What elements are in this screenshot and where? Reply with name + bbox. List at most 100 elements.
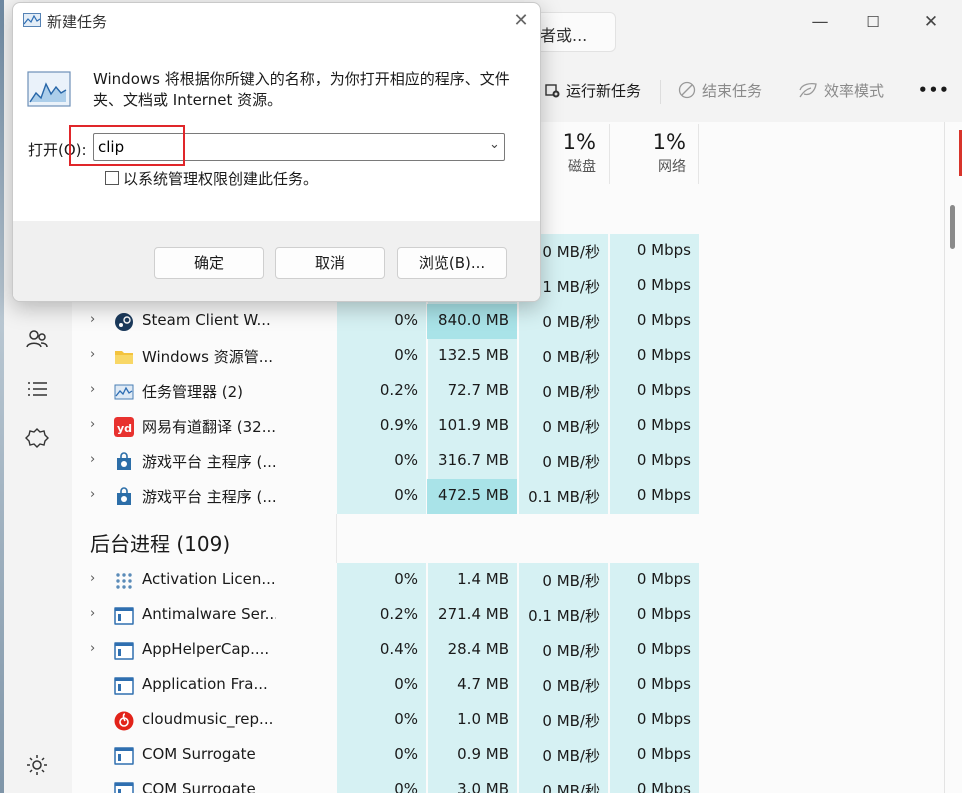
cpu-cell: 0.2% [379,381,418,399]
process-name: cloudmusic_rep... [142,710,274,728]
end-task-button[interactable]: 结束任务 [678,74,762,106]
service-icon [114,677,134,695]
network-cell: 0 Mbps [636,241,691,259]
network-cell: 0 Mbps [636,381,691,399]
memory-cell: 840.0 MB [427,304,517,339]
table-row[interactable]: › Steam Client W... 0% 840.0 MB 0 MB/秒 0… [72,304,700,339]
create-new-task-dialog: 新建任务 ✕ Windows 将根据你所键入的名称，为你打开相应的程序、文件夹、… [12,2,541,302]
network-cell: 0 Mbps [636,416,691,434]
minimize-button[interactable]: — [806,8,834,36]
admin-privileges-checkbox[interactable] [105,171,119,185]
disk-cell: 0.1 MB/秒 [528,607,600,625]
table-row[interactable]: › 游戏平台 主程序 (... 0% 472.5 MB 0.1 MB/秒 0 M… [72,479,700,514]
more-options-button[interactable]: ••• [918,74,950,106]
browse-button[interactable]: 浏览(B)... [397,247,507,279]
chevron-right-icon[interactable]: › [90,452,95,467]
memory-cell: 72.7 MB [447,381,509,399]
chevron-down-icon[interactable]: ⌄ [489,137,500,152]
youdao-icon: yd [114,417,134,437]
table-row[interactable]: › 游戏平台 主程序 (... 0% 316.7 MB 0 MB/秒 0 Mbp… [72,444,700,479]
header-spacer [518,184,700,234]
chevron-right-icon[interactable]: › [90,347,95,362]
search-placeholder: 者或... [540,26,588,45]
disk-cell: 0.1 MB/秒 [528,488,600,506]
process-name: 网易有道翻译 (32... [142,418,276,436]
network-column-header[interactable]: 1% 网络 [609,124,699,184]
table-row[interactable]: › 任务管理器 (2) 0.2% 72.7 MB 0 MB/秒 0 Mbps [72,374,700,409]
process-name: COM Surrogate [142,780,256,793]
settings-gear-icon[interactable] [24,752,50,778]
cpu-cell: 0% [394,780,418,793]
close-window-button[interactable]: ✕ [917,8,945,36]
table-row[interactable]: COM Surrogate 0% 0.9 MB 0 MB/秒 0 Mbps [72,738,700,773]
users-icon[interactable] [24,326,50,352]
process-name: COM Surrogate [142,745,256,763]
toolbar: 运行新任务 结束任务 效率模式 ••• [534,60,962,120]
leaf-icon [799,83,817,98]
table-row[interactable]: › AppHelperCap.... 0.4% 28.4 MB 0 MB/秒 0… [72,633,700,668]
disk-cell: 0 MB/秒 [542,348,600,366]
process-name: Activation Licen... [142,570,276,588]
efficiency-mode-button[interactable]: 效率模式 [798,74,884,106]
memory-cell: 0.9 MB [457,745,509,763]
disk-cell: 0 MB/秒 [542,572,600,590]
chevron-right-icon[interactable]: › [90,382,95,397]
table-row[interactable]: Application Fra... 0% 4.7 MB 0 MB/秒 0 Mb… [72,668,700,703]
network-cell: 0 Mbps [636,346,691,364]
run-new-task-button[interactable]: 运行新任务 [544,74,641,106]
table-row[interactable]: › yd 网易有道翻译 (32... 0.9% 101.9 MB 0 MB/秒 … [72,409,700,444]
network-cell: 0 Mbps [636,640,691,658]
service-icon [114,642,134,660]
vertical-scrollbar-thumb[interactable] [950,205,955,249]
service-icon [114,607,134,625]
memory-cell: 316.7 MB [438,451,509,469]
cpu-cell: 0.4% [379,640,418,658]
process-name: 游戏平台 主程序 (... [142,453,276,471]
table-row[interactable]: › Activation Licen... 0% 1.4 MB 0 MB/秒 0… [72,563,700,598]
cpu-cell: 0% [394,346,418,364]
disk-cell: 0 MB/秒 [542,642,600,660]
chevron-right-icon[interactable]: › [90,571,95,586]
background-processes-heading: 后台进程 (109) [90,532,231,556]
table-row[interactable]: › Antimalware Ser... 0.2% 271.4 MB 0.1 M… [72,598,700,633]
maximize-button[interactable]: ☐ [859,8,887,36]
process-name: Windows 资源管... [142,348,274,366]
process-name: AppHelperCap.... [142,640,270,658]
cpu-cell: 0% [394,570,418,588]
disk-cell: 0 MB/秒 [542,677,600,695]
table-row[interactable]: cloudmusic_rep... 0% 1.0 MB 0 MB/秒 0 Mbp… [72,703,700,738]
table-row[interactable]: COM Surrogate 0% 3.0 MB 0 MB/秒 0 Mbps [72,773,700,793]
task-manager-icon [23,13,41,27]
chevron-right-icon[interactable]: › [90,641,95,656]
run-new-task-label: 运行新任务 [566,81,642,100]
memory-cell: 472.5 MB [427,479,517,514]
process-name: Antimalware Ser... [142,605,276,623]
svg-text:yd: yd [117,422,132,435]
ok-button[interactable]: 确定 [154,247,264,279]
panel-divider [944,122,945,793]
toolbar-divider [660,80,661,104]
chevron-right-icon[interactable]: › [90,487,95,502]
network-cell: 0 Mbps [636,486,691,504]
disk-cell: 0 MB/秒 [542,383,600,401]
process-name: Steam Client W... [142,311,271,329]
run-task-icon [545,84,560,98]
section-spacer [336,514,700,563]
network-cell: 0 Mbps [636,276,691,294]
cpu-cell: 0% [394,451,418,469]
chevron-right-icon[interactable]: › [90,606,95,621]
network-cell: 0 Mbps [636,780,691,793]
details-list-icon[interactable] [24,376,50,402]
table-row[interactable]: › Windows 资源管... 0% 132.5 MB 0 MB/秒 0 Mb… [72,339,700,374]
network-cell: 0 Mbps [636,675,691,693]
cpu-cell: 0.9% [379,416,418,434]
end-task-icon [678,81,696,99]
chevron-right-icon[interactable]: › [90,417,95,432]
memory-cell: 3.0 MB [457,780,509,793]
chevron-right-icon[interactable]: › [90,312,95,327]
memory-cell: 101.9 MB [438,416,509,434]
close-icon[interactable]: ✕ [509,9,533,33]
services-icon[interactable] [24,426,50,452]
cancel-button[interactable]: 取消 [275,247,385,279]
disk-cell: 0 MB/秒 [542,453,600,471]
